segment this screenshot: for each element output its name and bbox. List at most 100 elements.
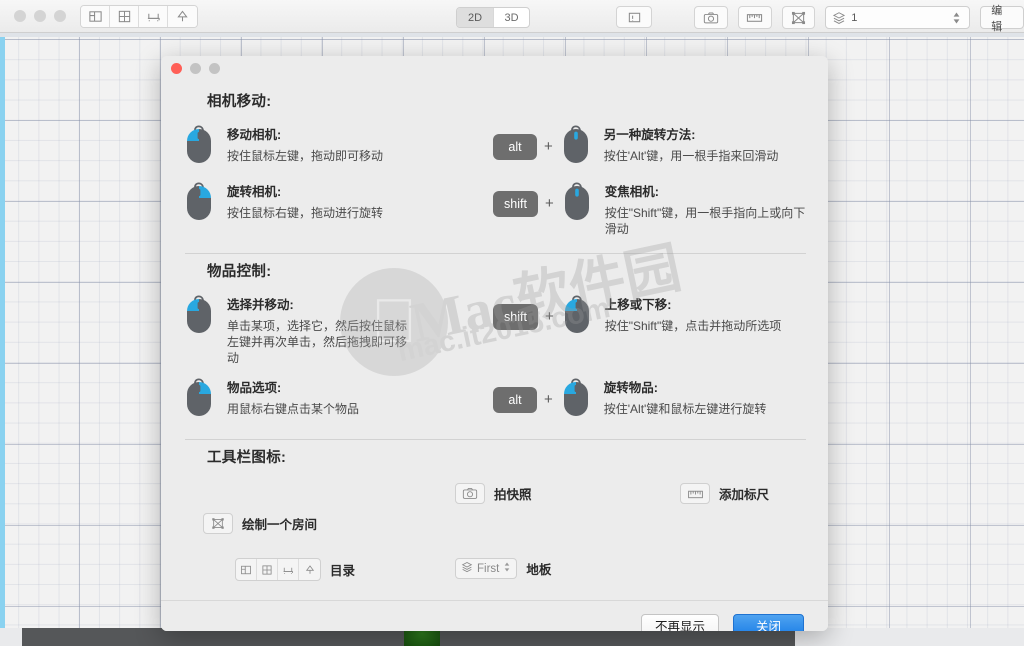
mouse-left-button-icon — [561, 293, 593, 340]
entry-desc: 单击某项，选择它，然后按住鼠标左键并再次单击，然后拖拽即可移动 — [227, 319, 408, 365]
entry-desc: 按住鼠标左键，拖动即可移动 — [227, 149, 384, 163]
floor-level-value: First — [477, 562, 500, 575]
layer-selector[interactable]: 1 — [825, 6, 971, 29]
section-divider-2 — [185, 439, 806, 440]
entry-title: 物品选项: — [227, 381, 282, 395]
layer-value: 1 — [851, 11, 858, 24]
entry-desc: 按住"Shift"键，点击并拖动所选项 — [604, 319, 782, 333]
camera-icon — [703, 11, 719, 25]
entry-text: 旋转相机: 按住鼠标右键，拖动进行旋转 — [227, 180, 383, 221]
entry-text: 移动相机: 按住鼠标左键，拖动即可移动 — [227, 123, 383, 164]
object-section-grid: 选择并移动: 单击某项，选择它，然后按住鼠标左键并再次单击，然后拖拽即可移动 s… — [183, 289, 806, 429]
app-toolbar: 2D 3D 1 编辑 — [0, 0, 1024, 33]
mouse-right-button-icon — [183, 180, 215, 227]
entry-select-move: 选择并移动: 单击某项，选择它，然后按住鼠标左键并再次单击，然后拖拽即可移动 — [183, 289, 493, 372]
entry-visual — [183, 376, 215, 423]
toolbar-icons-list: 绘制一个房间 拍快照 添加标尺 目录 First 地板 — [183, 475, 806, 600]
entry-title: 变焦相机: — [604, 185, 659, 199]
key-shift: shift — [493, 190, 538, 217]
draw-room-icon — [203, 513, 233, 534]
section-divider-1 — [185, 253, 806, 254]
entry-desc: 按住'Alt'键，用一根手指来回滑动 — [603, 149, 779, 163]
entry-title: 上移或下移: — [604, 298, 672, 312]
dialog-footer: 不再显示 关闭 — [161, 600, 828, 631]
entry-visual — [183, 293, 215, 340]
toolbar-window-button[interactable] — [110, 5, 139, 27]
dialog-titlebar — [161, 56, 828, 80]
mouse-left-button-icon — [183, 123, 215, 170]
window-close-button[interactable] — [14, 10, 26, 22]
plus-symbol: + — [544, 308, 554, 325]
section-title-toolbar-icons: 工具栏图标: — [207, 450, 287, 466]
legend-ruler: 添加标尺 — [680, 483, 769, 504]
entry-object-options: 物品选项: 用鼠标右键点击某个物品 — [183, 372, 493, 429]
scene-floor-left-pad — [0, 628, 22, 646]
furniture-icon — [278, 559, 299, 580]
entry-alt-rotate: alt + 另一种旋转方法: 按住'Alt'键，用一根手指来回滑动 — [493, 119, 806, 176]
floor-level-select[interactable]: First — [455, 558, 518, 579]
chevron-updown-icon — [503, 560, 511, 578]
dialog-minimize-button[interactable] — [190, 62, 201, 74]
close-button[interactable]: 关闭 — [732, 613, 804, 631]
legend-floor: First 地板 — [455, 558, 551, 579]
entry-text: 旋转物品: 按住'Alt'键和鼠标左键进行旋转 — [604, 376, 767, 417]
toolbar-snapshot-button[interactable] — [694, 6, 728, 29]
toolbar-ruler-button[interactable] — [737, 6, 772, 29]
camera-icon — [455, 483, 485, 504]
legend-snapshot: 拍快照 — [455, 483, 532, 504]
tree-icon — [175, 9, 190, 24]
legend-label: 拍快照 — [494, 488, 532, 502]
entry-move-up-down: shift + 上移或下移: 按住"Shift"键，点击并拖动所选项 — [493, 289, 806, 372]
legend-catalog: 目录 — [235, 558, 355, 581]
window-zoom-button[interactable] — [54, 10, 66, 22]
plus-symbol: + — [544, 195, 554, 212]
entry-visual: alt + — [493, 376, 592, 423]
toolbar-furniture-button[interactable] — [139, 5, 168, 27]
dialog-close-button[interactable] — [171, 62, 182, 74]
toolbar-draw-room-button[interactable] — [781, 6, 816, 29]
entry-title: 移动相机: — [227, 128, 282, 142]
entry-title: 旋转相机: — [227, 185, 282, 199]
window-minimize-button[interactable] — [34, 10, 46, 22]
plus-symbol: + — [544, 391, 553, 408]
window-grid-icon — [117, 9, 132, 24]
window-grid-icon — [257, 559, 278, 580]
note-icon — [627, 10, 642, 25]
entry-rotate-object: alt + 旋转物品: 按住'Alt'键和鼠标左键进行旋转 — [493, 372, 806, 429]
entry-text: 选择并移动: 单击某项，选择它，然后按住鼠标左键并再次单击，然后拖拽即可移动 — [227, 293, 417, 366]
toolbar-note-button[interactable] — [616, 6, 652, 28]
entry-rotate-camera: 旋转相机: 按住鼠标右键，拖动进行旋转 — [183, 176, 493, 243]
section-title-objects: 物品控制: — [207, 264, 272, 280]
entry-zoom-camera: shift + 变焦相机: 按住"Shift"键，用一根手指向上或向下滑动 — [493, 176, 806, 243]
layer-stepper-arrows[interactable] — [952, 11, 961, 25]
legend-label: 绘制一个房间 — [242, 518, 318, 532]
legend-label: 目录 — [330, 564, 356, 578]
draw-room-icon — [791, 11, 806, 25]
edit-button[interactable]: 编辑 — [980, 5, 1024, 33]
view-mode-segmented-control[interactable]: 2D 3D — [456, 7, 530, 28]
view-mode-2d[interactable]: 2D — [457, 8, 493, 27]
layers-icon — [461, 560, 473, 578]
help-dialog: 相机移动: 移动相机: 按住鼠标左键，拖动即可移动 alt + 另一种旋转方法:… — [161, 56, 828, 631]
plus-symbol: + — [544, 138, 553, 155]
entry-visual: shift + — [493, 293, 593, 340]
canvas-left-edge — [0, 36, 5, 628]
toolbar-plant-button[interactable] — [168, 5, 197, 27]
legend-draw-room: 绘制一个房间 — [203, 513, 317, 534]
dont-show-again-button[interactable]: 不再显示 — [640, 613, 719, 631]
toolbar-right-group: 1 编辑 — [694, 5, 1024, 33]
ruler-icon — [680, 483, 710, 504]
legend-label: 地板 — [526, 563, 552, 577]
ruler-icon — [746, 11, 763, 24]
legend-label: 添加标尺 — [719, 488, 770, 502]
entry-text: 另一种旋转方法: 按住'Alt'键，用一根手指来回滑动 — [604, 123, 779, 164]
toolbar-floorplan-button[interactable] — [81, 5, 110, 27]
view-mode-3d[interactable]: 3D — [493, 8, 529, 27]
entry-visual: alt + — [493, 123, 592, 170]
mouse-left-button-icon — [183, 293, 215, 340]
catalog-icons — [235, 558, 321, 581]
key-alt: alt — [493, 133, 537, 160]
dialog-zoom-button[interactable] — [209, 62, 220, 74]
entry-desc: 按住'Alt'键和鼠标左键进行旋转 — [603, 402, 767, 416]
toolbar-left-group — [80, 4, 198, 28]
